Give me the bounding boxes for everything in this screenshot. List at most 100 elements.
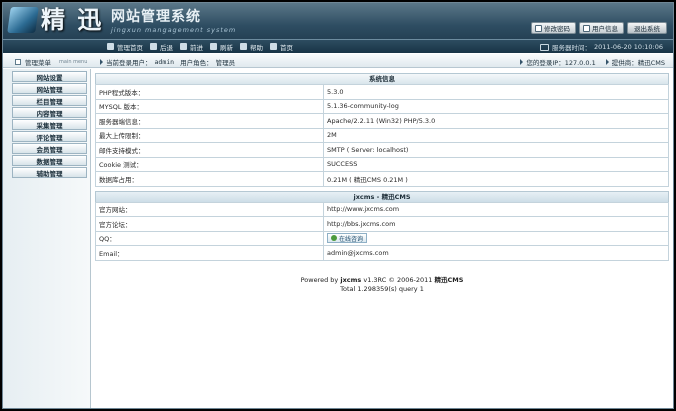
info-key: 官方论坛： xyxy=(95,216,324,232)
system-info-table: PHP程式版本： 5.3.0 MYSQL 版本： 5.1.36-community-l… xyxy=(95,84,669,187)
table-row: Cookie 测试： SUCCESS xyxy=(95,156,669,172)
nav-label: 首页 xyxy=(280,43,293,52)
info-bar: 管理菜单 main menu 当前登录用户： admin 用户角色： 管理员 您… xyxy=(3,54,673,68)
home-icon xyxy=(270,43,277,50)
table-row: 邮件支持模式： SMTP ( Server: localhost) xyxy=(95,142,669,158)
user-info-button[interactable]: 用户信息 xyxy=(579,22,624,34)
current-user-label: 当前登录用户： xyxy=(106,59,152,67)
forum-link[interactable]: http://bbs.jxcms.com xyxy=(323,216,669,232)
table-row: 服务器端信息： Apache/2.2.11 (Win32) PHP/5.3.0 xyxy=(95,113,669,129)
nav-label: 后退 xyxy=(160,43,173,52)
info-key: 服务器端信息： xyxy=(95,113,324,129)
table-row: 官方论坛： http://bbs.jxcms.com xyxy=(95,216,669,232)
sidebar-item-site-management[interactable]: 网站管理 xyxy=(12,83,87,94)
table-row: 官方网站： http://www.jxcms.com xyxy=(95,201,669,217)
info-key: Cookie 测试： xyxy=(95,156,324,172)
email-link[interactable]: admin@jxcms.com xyxy=(323,245,669,261)
nav-label: 管理首页 xyxy=(117,43,143,52)
provider: 提供商：精迅CMS xyxy=(605,57,665,67)
server-time-label: 服务器时间： xyxy=(551,44,591,52)
info-value: SMTP ( Server: localhost) xyxy=(323,142,669,158)
logo-icon xyxy=(7,7,39,33)
sidebar-item-column-management[interactable]: 栏目管理 xyxy=(12,95,87,106)
table-row: PHP程式版本： 5.3.0 xyxy=(95,84,669,100)
table-row: MYSQL 版本： 5.1.36-community-log xyxy=(95,98,669,114)
logout-button[interactable]: 退出系统 xyxy=(627,22,667,34)
server-time: 服务器时间： 2011-06-20 10:10:06 xyxy=(539,42,663,52)
sidebar-item-site-settings[interactable]: 网站设置 xyxy=(12,71,87,82)
arrow-icon xyxy=(520,59,524,65)
logout-label: 退出系统 xyxy=(634,25,660,33)
nav-site-home[interactable]: 首页 xyxy=(270,41,293,52)
key-icon xyxy=(535,24,542,32)
footer-stats: Total 1.298359(s) query 1 xyxy=(340,285,424,293)
logo-title: 网站管理系统 xyxy=(111,9,201,25)
sidebar-item-collect-management[interactable]: 采集管理 xyxy=(12,119,87,130)
nav-label: 刷新 xyxy=(220,43,233,52)
jxcms-info-table: 官方网站： http://www.jxcms.com 官方论坛： http://… xyxy=(95,201,669,261)
info-key: 官方网站： xyxy=(95,201,324,217)
info-value: 5.1.36-community-log xyxy=(323,98,669,114)
login-ip: 您的登录IP：127.0.0.1 xyxy=(520,57,596,67)
server-time-value: 2011-06-20 10:10:06 xyxy=(593,43,663,51)
forward-icon xyxy=(180,43,187,50)
user-info-label: 用户信息 xyxy=(592,25,618,33)
sidebar-item-data-management[interactable]: 数据管理 xyxy=(12,155,87,166)
info-value: Apache/2.2.11 (Win32) PHP/5.3.0 xyxy=(323,113,669,129)
toolbar: 管理首页 后退 前进 刷新 帮助 首页 服务器时间： 2011-06-20 10… xyxy=(3,39,673,53)
official-site-link[interactable]: http://www.jxcms.com xyxy=(323,201,669,217)
footer-copyright: © 2006-2011 xyxy=(388,276,433,284)
provider-label: 提供商： xyxy=(611,59,638,67)
role-value: 管理员 xyxy=(215,59,236,67)
nav-home-admin[interactable]: 管理首页 xyxy=(107,41,143,52)
refresh-icon xyxy=(210,43,217,50)
table-row: 最大上传限制： 2M xyxy=(95,127,669,143)
info-value: 2M xyxy=(323,127,669,143)
footer-brand-cn: 精迅CMS xyxy=(434,276,464,284)
info-key: QQ： xyxy=(95,230,324,246)
header: 精 迅 网站管理系统 jingxun mangagement system 修改… xyxy=(3,3,673,53)
sidebar-menu: 网站设置 网站管理 栏目管理 内容管理 采集管理 评论管理 会员管理 数据管理 … xyxy=(12,71,87,179)
user-icon xyxy=(583,24,590,32)
top-actions: 修改密码 用户信息 退出系统 xyxy=(531,22,667,34)
arrow-icon xyxy=(605,59,609,65)
nav-back[interactable]: 后退 xyxy=(150,41,173,52)
info-value: 5.3.0 xyxy=(323,84,669,100)
help-icon xyxy=(240,43,247,50)
logo-subtitle: jingxun mangagement system xyxy=(111,26,237,34)
sidebar-item-member-management[interactable]: 会员管理 xyxy=(12,143,87,154)
current-user: 当前登录用户： admin 用户角色： 管理员 xyxy=(100,57,235,67)
nav-help[interactable]: 帮助 xyxy=(240,41,263,52)
qq-icon xyxy=(331,235,337,242)
footer-brand: jxcms xyxy=(340,276,362,284)
menu-icon xyxy=(15,59,21,65)
info-key: 数据库占用： xyxy=(95,171,324,187)
footer-powered-label: Powered by xyxy=(300,276,339,284)
system-info-title: 系统信息 xyxy=(95,73,669,84)
current-user-value: admin xyxy=(154,58,175,66)
ip-label: 您的登录IP： xyxy=(526,59,565,67)
nav-label: 前进 xyxy=(190,43,203,52)
info-key: 邮件支持模式： xyxy=(95,142,324,158)
sidebar-item-content-management[interactable]: 内容管理 xyxy=(12,107,87,118)
change-password-label: 修改密码 xyxy=(544,25,570,33)
jxcms-info-title: jxcms - 精迅CMS xyxy=(95,190,669,202)
table-row: Email： admin@jxcms.com xyxy=(95,245,669,261)
table-row: QQ： 在线咨询 xyxy=(95,230,669,246)
sidebar-item-comment-management[interactable]: 评论管理 xyxy=(12,131,87,142)
info-key: 最大上传限制： xyxy=(95,127,324,143)
qq-consult-button[interactable]: 在线咨询 xyxy=(327,233,368,244)
back-icon xyxy=(150,43,157,50)
footer-powered: Powered by jxcms v1.3RC © 2006-2011 精迅CM… xyxy=(95,276,669,285)
table-row: 数据库占用： 0.21M ( 精迅CMS 0.21M ) xyxy=(95,171,669,187)
change-password-button[interactable]: 修改密码 xyxy=(531,22,576,34)
sidebar: 网站设置 网站管理 栏目管理 内容管理 采集管理 评论管理 会员管理 数据管理 … xyxy=(3,69,91,408)
sidebar-item-auxiliary-management[interactable]: 辅助管理 xyxy=(12,167,87,178)
footer-version: v1.3RC xyxy=(363,276,387,284)
menu-header: 管理菜单 main menu xyxy=(15,57,87,67)
nav-refresh[interactable]: 刷新 xyxy=(210,41,233,52)
menu-title-en: main menu xyxy=(59,59,88,65)
nav-forward[interactable]: 前进 xyxy=(180,41,203,52)
info-key: Email： xyxy=(95,245,324,261)
provider-value: 精迅CMS xyxy=(637,59,665,67)
